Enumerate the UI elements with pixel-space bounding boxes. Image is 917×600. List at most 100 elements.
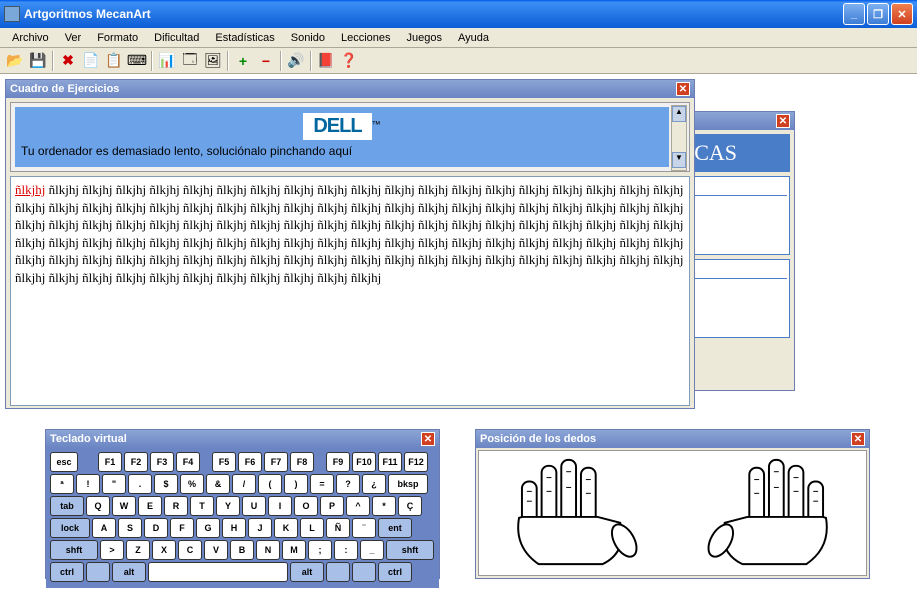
key-r1-2[interactable]: " (102, 474, 126, 494)
key-r1-4[interactable]: $ (154, 474, 178, 494)
key-f3[interactable]: F3 (150, 452, 174, 472)
close-button[interactable]: ✕ (891, 3, 913, 25)
key-u[interactable]: U (242, 496, 266, 516)
list-icon[interactable]: 📋 (103, 50, 125, 72)
key-d[interactable]: D (144, 518, 168, 538)
key-r1-8[interactable]: ( (258, 474, 282, 494)
key-menu[interactable] (352, 562, 376, 582)
key-o[interactable]: O (294, 496, 318, 516)
key-f1[interactable]: F1 (98, 452, 122, 472)
book-icon[interactable]: 📕 (315, 50, 337, 72)
key-ctrl-l[interactable]: ctrl (50, 562, 84, 582)
key-r4-9[interactable]: : (334, 540, 358, 560)
key-h[interactable]: H (222, 518, 246, 538)
key-i[interactable]: I (268, 496, 292, 516)
key-¨[interactable]: ¨ (352, 518, 376, 538)
maximize-button[interactable]: ❐ (867, 3, 889, 25)
key-ccedil[interactable]: Ç (398, 496, 422, 516)
key-r4-10[interactable]: _ (360, 540, 384, 560)
key-f12[interactable]: F12 (404, 452, 428, 472)
key-w[interactable]: W (112, 496, 136, 516)
key-t[interactable]: T (190, 496, 214, 516)
menu-dificultad[interactable]: Dificultad (146, 30, 207, 46)
key-e[interactable]: E (138, 496, 162, 516)
open-icon[interactable]: 📂 (4, 50, 26, 72)
key-k[interactable]: K (274, 518, 298, 538)
key-bksp[interactable]: bksp (388, 474, 428, 494)
save-icon[interactable]: 💾 (27, 50, 49, 72)
ad-banner[interactable]: DELL™ Tu ordenador es demasiado lento, s… (10, 102, 690, 172)
key-r1-3[interactable]: . (128, 474, 152, 494)
doc-icon[interactable]: 📄 (80, 50, 102, 72)
image-icon[interactable]: 🖼 (202, 50, 224, 72)
key-f5[interactable]: F5 (212, 452, 236, 472)
key-ñ[interactable]: Ñ (326, 518, 350, 538)
window-icon[interactable]: 🗔 (179, 50, 201, 72)
hands-close-icon[interactable]: ✕ (851, 432, 865, 446)
key-p[interactable]: P (320, 496, 344, 516)
key-r4-2[interactable]: X (152, 540, 176, 560)
minimize-button[interactable]: _ (843, 3, 865, 25)
exercise-text[interactable]: ñlkjhj ñlkjhj ñlkjhj ñlkjhj ñlkjhj ñlkjh… (10, 176, 690, 406)
key-r[interactable]: R (164, 496, 188, 516)
menu-sonido[interactable]: Sonido (283, 30, 333, 46)
menu-estadisticas[interactable]: Estadísticas (207, 30, 282, 46)
sound-icon[interactable]: 🔊 (285, 50, 307, 72)
key-enter[interactable]: ent (378, 518, 412, 538)
help-icon[interactable]: ❓ (338, 50, 360, 72)
plus-icon[interactable]: + (232, 50, 254, 72)
key-r1-10[interactable]: = (310, 474, 334, 494)
key-g[interactable]: G (196, 518, 220, 538)
key-f11[interactable]: F11 (378, 452, 402, 472)
key-a[interactable]: A (92, 518, 116, 538)
key-f[interactable]: F (170, 518, 194, 538)
key-*[interactable]: * (372, 496, 396, 516)
key-tab[interactable]: tab (50, 496, 84, 516)
key-r4-7[interactable]: M (282, 540, 306, 560)
key-r1-11[interactable]: ? (336, 474, 360, 494)
key-f9[interactable]: F9 (326, 452, 350, 472)
key-win-l[interactable] (86, 562, 110, 582)
key-shift-l[interactable]: shft (50, 540, 98, 560)
key-^[interactable]: ^ (346, 496, 370, 516)
key-r4-4[interactable]: V (204, 540, 228, 560)
key-r4-0[interactable]: > (100, 540, 124, 560)
key-r1-0[interactable]: ª (50, 474, 74, 494)
menu-archivo[interactable]: Archivo (4, 30, 57, 46)
key-f10[interactable]: F10 (352, 452, 376, 472)
stats-close-icon[interactable]: ✕ (776, 114, 790, 128)
key-r4-1[interactable]: Z (126, 540, 150, 560)
key-f8[interactable]: F8 (290, 452, 314, 472)
key-r1-6[interactable]: & (206, 474, 230, 494)
menu-formato[interactable]: Formato (89, 30, 146, 46)
key-r4-8[interactable]: ; (308, 540, 332, 560)
ad-scrollbar[interactable]: ▲ ▼ (671, 105, 687, 171)
key-f2[interactable]: F2 (124, 452, 148, 472)
key-j[interactable]: J (248, 518, 272, 538)
key-r1-5[interactable]: % (180, 474, 204, 494)
key-y[interactable]: Y (216, 496, 240, 516)
keyboard-icon[interactable]: ⌨ (126, 50, 148, 72)
key-r4-3[interactable]: C (178, 540, 202, 560)
key-r1-1[interactable]: ! (76, 474, 100, 494)
key-alt-l[interactable]: alt (112, 562, 146, 582)
key-f4[interactable]: F4 (176, 452, 200, 472)
key-q[interactable]: Q (86, 496, 110, 516)
key-s[interactable]: S (118, 518, 142, 538)
keyboard-close-icon[interactable]: ✕ (421, 432, 435, 446)
menu-ayuda[interactable]: Ayuda (450, 30, 497, 46)
key-r4-6[interactable]: N (256, 540, 280, 560)
menu-juegos[interactable]: Juegos (399, 30, 450, 46)
menu-lecciones[interactable]: Lecciones (333, 30, 399, 46)
key-esc[interactable]: esc (50, 452, 78, 472)
key-r1-7[interactable]: / (232, 474, 256, 494)
key-r1-12[interactable]: ¿ (362, 474, 386, 494)
chart-icon[interactable]: 📊 (156, 50, 178, 72)
key-lock[interactable]: lock (50, 518, 90, 538)
key-f7[interactable]: F7 (264, 452, 288, 472)
key-space[interactable] (148, 562, 288, 582)
key-r1-9[interactable]: ) (284, 474, 308, 494)
key-alt-r[interactable]: alt (290, 562, 324, 582)
key-r4-5[interactable]: B (230, 540, 254, 560)
menu-ver[interactable]: Ver (57, 30, 90, 46)
